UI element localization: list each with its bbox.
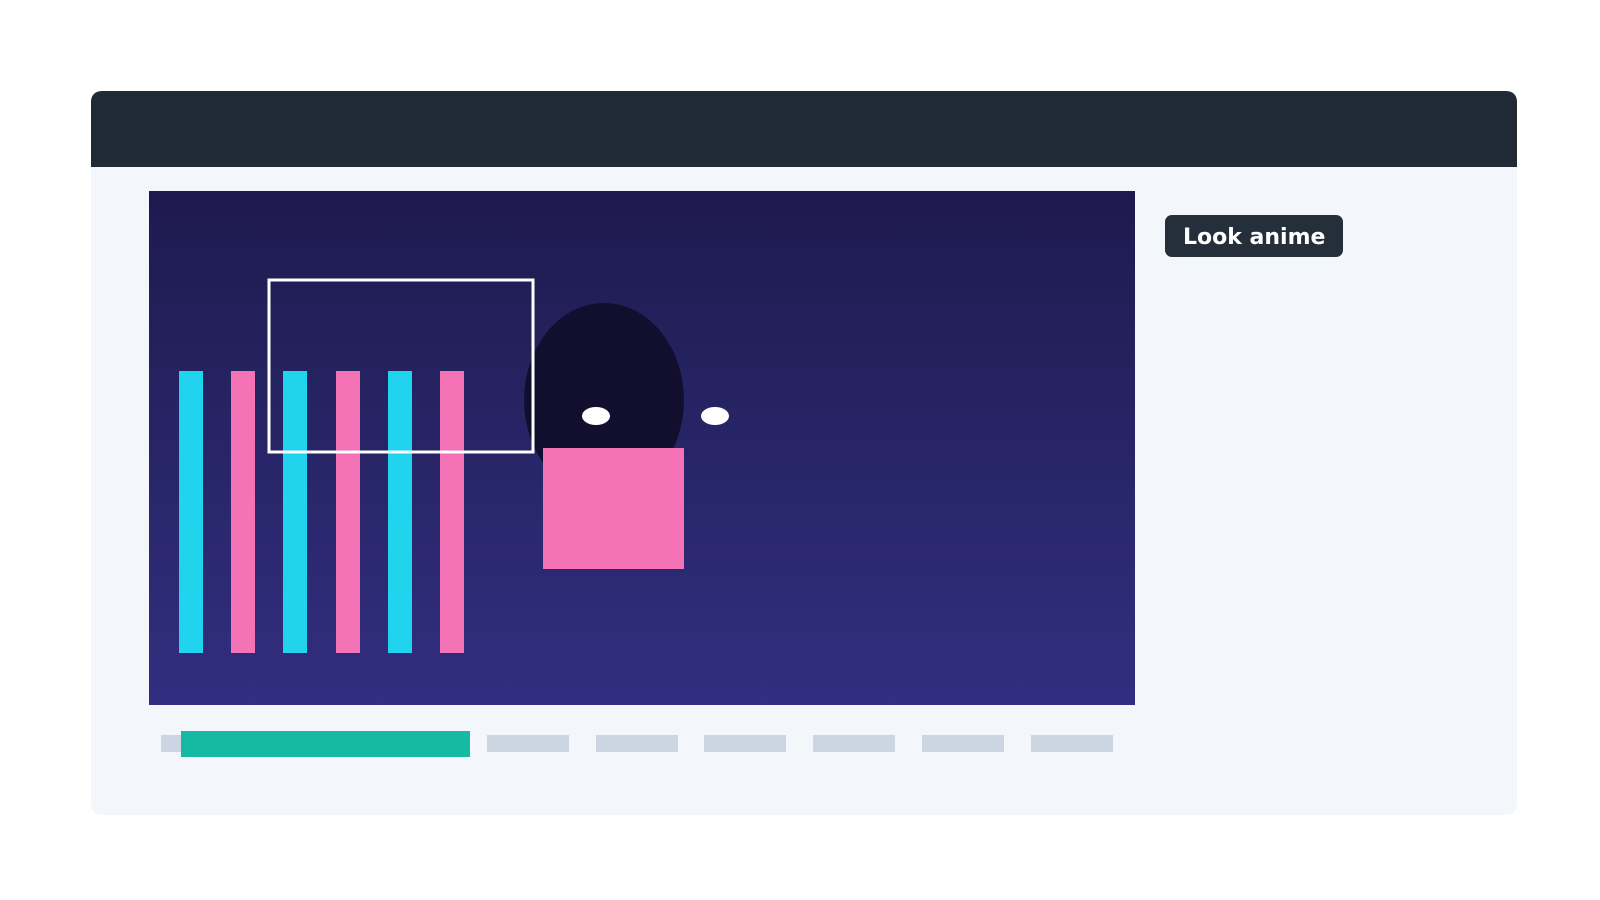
stripe-pink-2	[336, 371, 360, 653]
title-bar[interactable]	[91, 91, 1517, 167]
stripe-cyan-1	[179, 371, 203, 653]
character-body	[543, 448, 684, 569]
timeline-segment-3[interactable]	[704, 735, 786, 752]
tooltip-look-anime: Look anime	[1165, 215, 1344, 257]
timeline-segment-2[interactable]	[596, 735, 678, 752]
scene-graphic	[179, 278, 729, 653]
stripe-cyan-3	[388, 371, 412, 653]
timeline-segment-5[interactable]	[922, 735, 1004, 752]
timeline-progress-fill[interactable]	[181, 731, 470, 757]
timeline-segment-start[interactable]	[161, 735, 183, 752]
stripe-pink-3	[440, 371, 464, 653]
timeline-segment-6[interactable]	[1031, 735, 1113, 752]
timeline-segment-4[interactable]	[813, 735, 895, 752]
timeline-segment-1[interactable]	[487, 735, 569, 752]
character-left-eye	[582, 407, 610, 425]
anime-character-icon[interactable]	[524, 303, 729, 569]
character-right-eye	[701, 407, 729, 425]
scene-canvas[interactable]	[149, 191, 1135, 705]
app-window: Look anime	[91, 91, 1517, 815]
stripe-cyan-2	[283, 371, 307, 653]
stripe-pink-1	[231, 371, 255, 653]
